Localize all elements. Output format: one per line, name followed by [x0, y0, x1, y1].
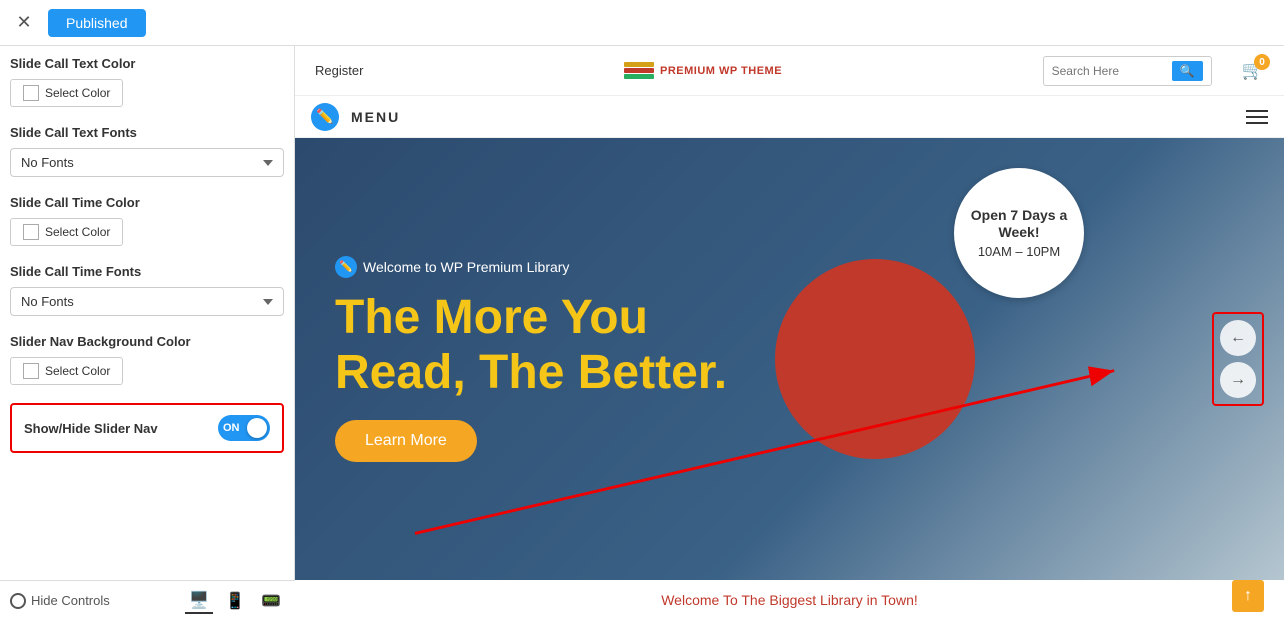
logo-text: PREMIUM WP THEME [660, 65, 782, 77]
hamburger-line-1 [1246, 110, 1268, 112]
select-color-label-nav: Select Color [45, 364, 110, 378]
search-input[interactable] [1052, 64, 1172, 78]
next-arrow-button[interactable]: → [1220, 362, 1256, 398]
hide-controls-button[interactable]: Hide Controls [10, 593, 110, 609]
site-header: Register PREMIUM WP THEME 🔍 🛒 [295, 46, 1284, 96]
hero-title: The More You Read, The Better. [335, 290, 727, 400]
hero-title-highlight: Better. [578, 346, 727, 399]
nav-pencil-icon: ✏️ [311, 103, 339, 131]
toggle-switch[interactable]: ON [218, 415, 270, 441]
section-title-slide-call-text-color: Slide Call Text Color [10, 56, 284, 71]
site-logo: PREMIUM WP THEME [624, 62, 782, 79]
select-color-button-text[interactable]: Select Color [10, 79, 123, 107]
tablet-view-button[interactable]: 📱 [221, 588, 249, 614]
select-color-button-nav[interactable]: Select Color [10, 357, 123, 385]
register-link[interactable]: Register [315, 63, 363, 78]
open-hours-time: 10AM – 10PM [978, 244, 1060, 259]
menu-label: MENU [351, 109, 400, 125]
color-swatch [23, 85, 39, 101]
section-slide-call-text-color: Slide Call Text Color Select Color [10, 56, 284, 107]
section-slide-call-text-fonts: Slide Call Text Fonts No Fonts [10, 125, 284, 177]
hero-small-text: ✏️ Welcome to WP Premium Library [335, 256, 727, 278]
search-button[interactable]: 🔍 [1172, 61, 1203, 81]
color-swatch-nav [23, 363, 39, 379]
preview-bottom-bar: Welcome To The Biggest Library in Town! [295, 580, 1284, 620]
preview-bottom-text: Welcome To The Biggest Library in Town! [661, 592, 918, 608]
circle-icon [10, 593, 26, 609]
section-title-slide-call-text-fonts: Slide Call Text Fonts [10, 125, 284, 140]
open-hours-badge: Open 7 Days a Week! 10AM – 10PM [954, 168, 1084, 298]
device-icons: 🖥️ 📱 📟 [185, 588, 285, 614]
toggle-thumb [247, 418, 267, 438]
toggle-track[interactable]: ON [218, 415, 270, 441]
hero-title-line1: The More You [335, 291, 648, 344]
hero-subtitle: Welcome to WP Premium Library [363, 259, 569, 275]
section-slide-call-time-fonts: Slide Call Time Fonts No Fonts [10, 264, 284, 316]
color-swatch-time [23, 224, 39, 240]
left-panel: Slide Call Text Color Select Color Slide… [0, 46, 295, 620]
section-title-slider-nav-bg: Slider Nav Background Color [10, 334, 284, 349]
bottom-controls-bar: Hide Controls 🖥️ 📱 📟 [0, 580, 295, 620]
scroll-top-button[interactable]: ↑ [1232, 580, 1264, 612]
desktop-view-button[interactable]: 🖥️ [185, 588, 213, 614]
section-slider-nav-bg-color: Slider Nav Background Color Select Color [10, 334, 284, 385]
toggle-on-text: ON [223, 422, 240, 434]
section-slide-call-time-color: Slide Call Time Color Select Color [10, 195, 284, 246]
cart-icon[interactable]: 🛒 0 [1242, 60, 1264, 81]
hero-title-line2: Read, The [335, 346, 564, 399]
show-hide-slider-nav-section: Show/Hide Slider Nav ON [10, 403, 284, 453]
hamburger-icon[interactable] [1246, 110, 1268, 124]
mobile-view-button[interactable]: 📟 [257, 588, 285, 614]
search-bar: 🔍 [1043, 56, 1212, 86]
preview-area: Register PREMIUM WP THEME 🔍 🛒 [295, 46, 1284, 620]
open-hours-title: Open 7 Days a Week! [954, 207, 1084, 241]
site-nav: ✏️ MENU [295, 96, 1284, 138]
top-bar: ✕ Published [0, 0, 1284, 46]
hamburger-line-3 [1246, 122, 1268, 124]
hero-red-circle [775, 259, 975, 459]
section-title-slide-call-time-fonts: Slide Call Time Fonts [10, 264, 284, 279]
nav-arrows-container: ← → [1212, 312, 1264, 406]
select-color-label-time: Select Color [45, 225, 110, 239]
close-button[interactable]: ✕ [10, 9, 38, 37]
hero-content: ✏️ Welcome to WP Premium Library The Mor… [295, 226, 767, 492]
hide-controls-label: Hide Controls [31, 593, 110, 608]
hero-slider: ✏️ Welcome to WP Premium Library The Mor… [295, 138, 1284, 580]
select-color-label: Select Color [45, 86, 110, 100]
published-button[interactable]: Published [48, 9, 146, 37]
main-area: Slide Call Text Color Select Color Slide… [0, 46, 1284, 620]
hamburger-line-2 [1246, 116, 1268, 118]
toggle-label: Show/Hide Slider Nav [24, 421, 158, 436]
hero-pencil-icon: ✏️ [335, 256, 357, 278]
prev-arrow-button[interactable]: ← [1220, 320, 1256, 356]
learn-more-button[interactable]: Learn More [335, 420, 477, 462]
font-select-time[interactable]: No Fonts [10, 287, 284, 316]
cart-count: 0 [1254, 54, 1270, 70]
select-color-button-time[interactable]: Select Color [10, 218, 123, 246]
section-title-slide-call-time-color: Slide Call Time Color [10, 195, 284, 210]
font-select-text[interactable]: No Fonts [10, 148, 284, 177]
